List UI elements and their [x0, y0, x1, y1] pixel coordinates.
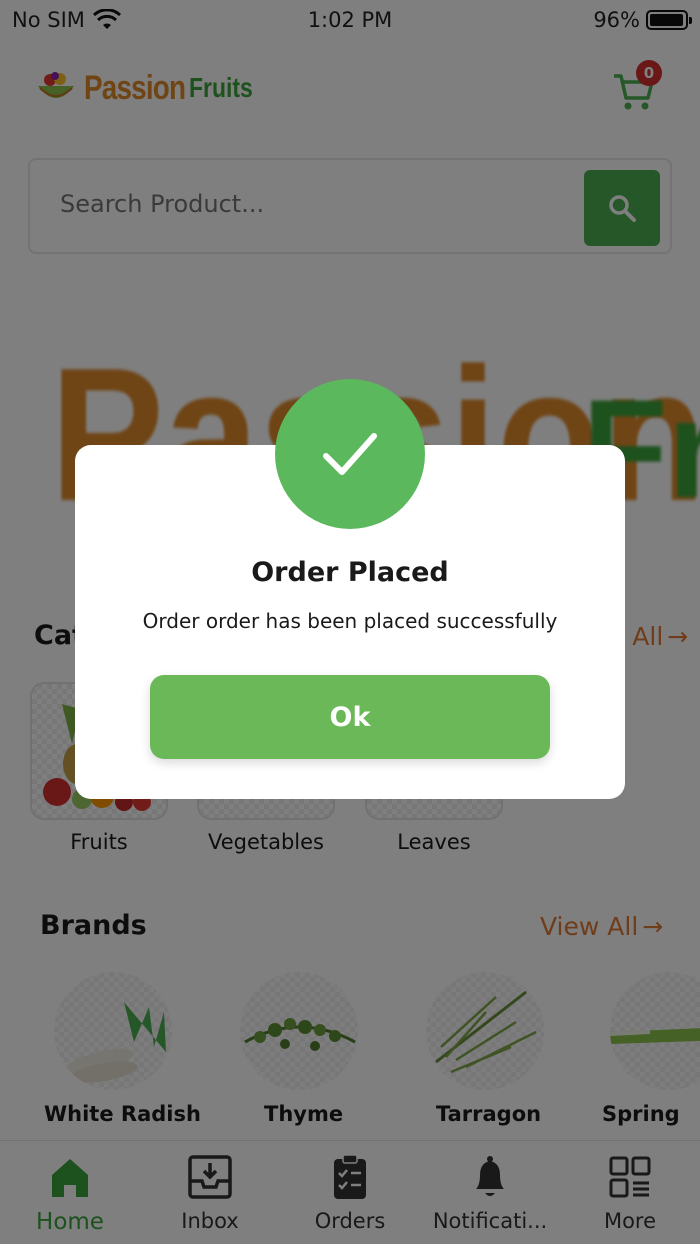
dialog-message: Order order has been placed successfully: [142, 609, 558, 633]
dialog-title: Order Placed: [251, 557, 449, 588]
success-badge: [275, 379, 425, 529]
checkmark-icon: [323, 433, 377, 475]
ok-button[interactable]: Ok: [150, 675, 550, 759]
